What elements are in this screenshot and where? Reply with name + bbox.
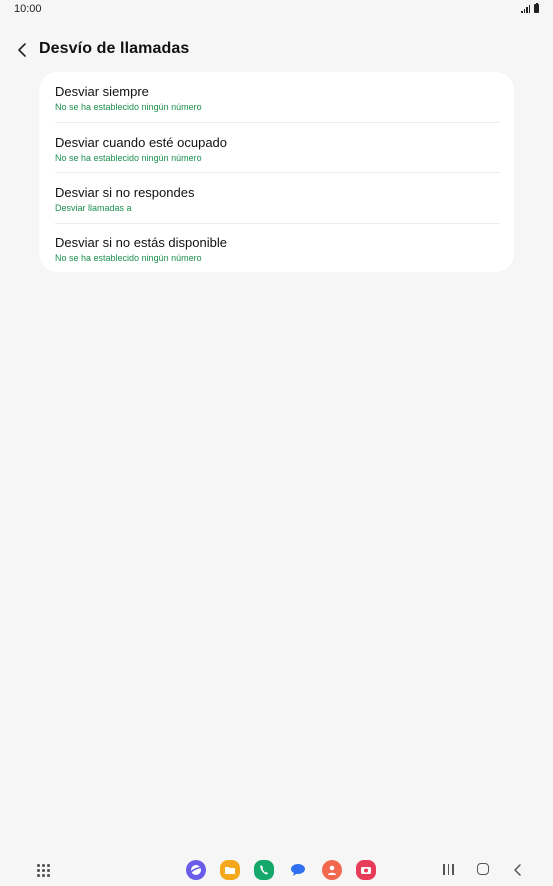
my-files-app-icon[interactable] xyxy=(220,860,240,880)
page-title: Desvío de llamadas xyxy=(39,40,190,57)
navigation-bar xyxy=(0,850,553,886)
recent-apps-icon[interactable] xyxy=(443,864,455,876)
forward-always-item[interactable]: Desviar siempre No se ha establecido nin… xyxy=(39,72,514,122)
chevron-left-icon xyxy=(18,43,26,57)
item-subtitle: No se ha establecido ningún número xyxy=(55,102,202,112)
item-subtitle: No se ha establecido ningún número xyxy=(55,253,202,263)
app-header: Desvío de llamadas xyxy=(0,35,553,65)
battery-icon xyxy=(534,2,539,13)
item-subtitle: No se ha establecido ningún número xyxy=(55,153,202,163)
back-button[interactable] xyxy=(10,38,34,62)
status-icons xyxy=(521,2,539,13)
status-bar: 10:00 xyxy=(0,0,553,20)
item-subtitle: Desviar llamadas a xyxy=(55,203,132,213)
item-title: Desviar siempre xyxy=(55,84,149,99)
app-dock xyxy=(186,860,376,880)
messages-app-icon[interactable] xyxy=(288,860,308,880)
internet-app-icon[interactable] xyxy=(186,860,206,880)
apps-grid-icon[interactable] xyxy=(37,864,50,877)
item-title: Desviar si no estás disponible xyxy=(55,235,227,250)
home-icon[interactable] xyxy=(477,863,489,875)
forward-when-unanswered-item[interactable]: Desviar si no respondes Desviar llamadas… xyxy=(39,173,514,223)
signal-icon xyxy=(521,4,530,13)
forwarding-options-card: Desviar siempre No se ha establecido nin… xyxy=(39,72,514,272)
back-icon[interactable] xyxy=(512,863,524,877)
item-title: Desviar cuando esté ocupado xyxy=(55,135,228,150)
contacts-app-icon[interactable] xyxy=(322,860,342,880)
item-title: Desviar si no respondes xyxy=(55,185,195,200)
forward-when-busy-item[interactable]: Desviar cuando esté ocupado No se ha est… xyxy=(39,123,514,173)
status-time: 10:00 xyxy=(14,3,42,15)
phone-app-icon[interactable] xyxy=(254,860,274,880)
forward-when-unreachable-item[interactable]: Desviar si no estás disponible No se ha … xyxy=(39,223,514,273)
camera-app-icon[interactable] xyxy=(356,860,376,880)
